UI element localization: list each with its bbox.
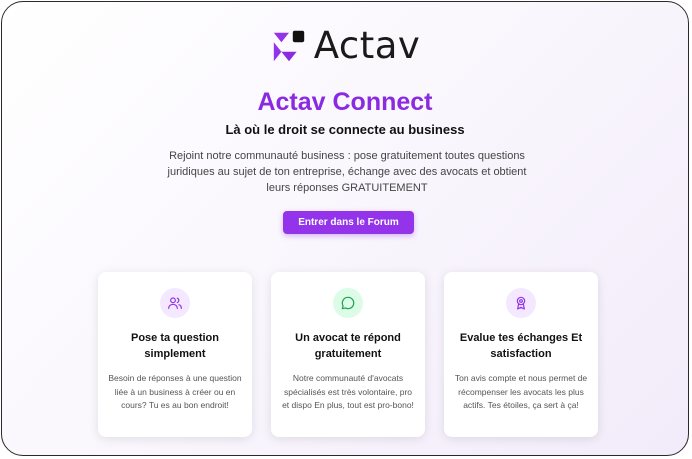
feature-title: Evalue tes échanges Et satisfaction [459,332,583,360]
feature-title: Un avocat te répond gratuitement [295,332,401,360]
feature-description: Notre communauté d'avocats spécialisés e… [282,373,414,410]
users-icon [160,288,190,318]
logo[interactable]: Actav [2,26,688,66]
award-icon [506,288,536,318]
hero-description: Rejoint notre communauté business : pose… [167,150,527,194]
feature-description: Besoin de réponses à une question liée à… [108,373,242,410]
actav-logo-icon [273,30,304,62]
feature-card-lawyer-answers: Un avocat te répond gratuitement Notre c… [271,272,425,437]
feature-card-ask-question: Pose ta question simplement Besoin de ré… [98,272,252,437]
feature-description: Ton avis compte et nous permet de récomp… [454,373,588,410]
chat-bubble-icon [333,288,363,318]
page-frame: Actav Actav Connect Là où le droit se co… [1,1,689,456]
feature-card-rate-exchanges: Evalue tes échanges Et satisfaction Ton … [444,272,598,437]
logo-text: Actav [313,24,421,67]
enter-forum-button[interactable]: Entrer dans le Forum [283,211,414,234]
page-subtitle: Là où le droit se connecte au business [225,122,465,137]
feature-title: Pose ta question simplement [130,332,220,360]
page-title: Actav Connect [257,88,433,116]
